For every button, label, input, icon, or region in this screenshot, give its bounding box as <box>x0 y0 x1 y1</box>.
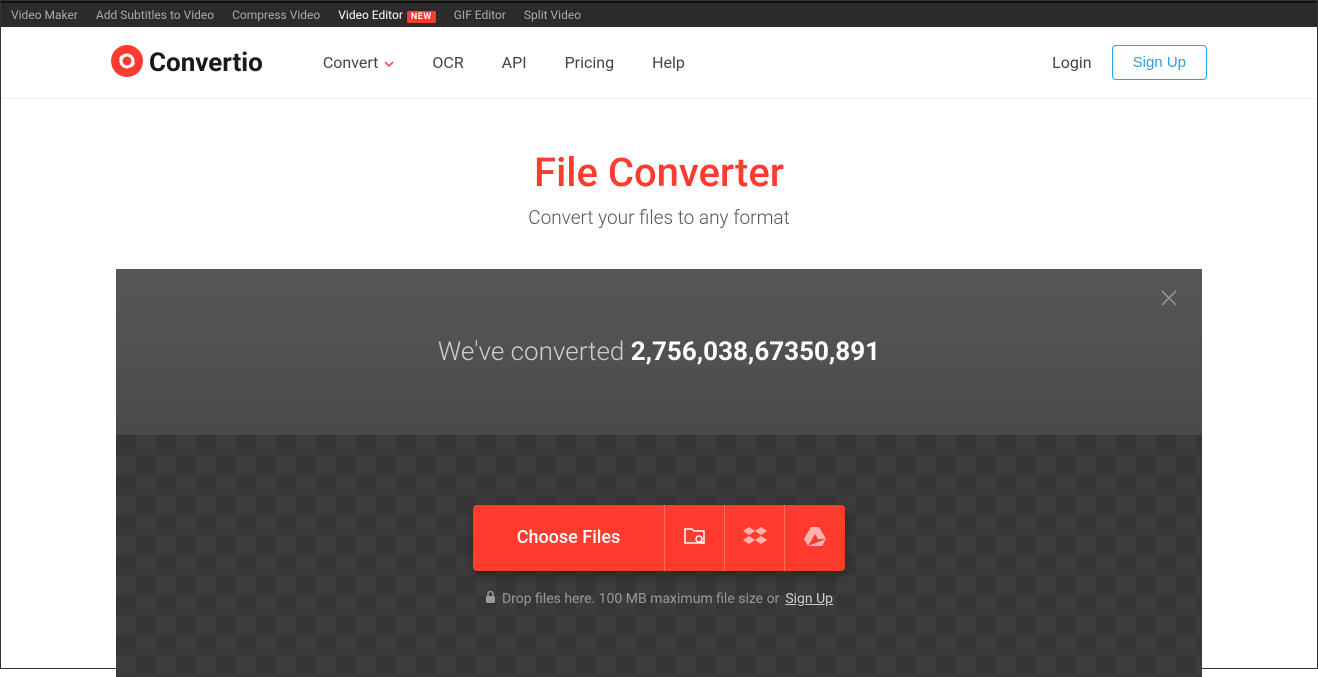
stats-text: We've converted 2,756,038,67350,891 <box>438 337 880 367</box>
signup-button[interactable]: Sign Up <box>1112 45 1207 80</box>
nav-convert-label: Convert <box>323 53 379 72</box>
nav-links: Convert OCR API Pricing Help <box>323 53 685 72</box>
dropbox-button[interactable] <box>725 505 785 571</box>
topbar-item-1[interactable]: Add Subtitles to Video <box>96 8 214 22</box>
choose-files-button[interactable]: Choose Files <box>473 505 666 571</box>
browse-files-button[interactable] <box>665 505 725 571</box>
logo-icon <box>111 45 143 81</box>
topbar: Video Maker Add Subtitles to Video Compres… <box>1 1 1317 27</box>
navbar: Convertio Convert OCR API Pricing Help L… <box>1 27 1317 99</box>
nav-convert[interactable]: Convert <box>323 53 395 72</box>
topbar-item-5[interactable]: Split Video <box>524 8 581 22</box>
chevron-down-icon <box>384 53 394 72</box>
hero: File Converter Convert your files to any… <box>1 99 1317 259</box>
login-link[interactable]: Login <box>1052 53 1091 72</box>
nav-help[interactable]: Help <box>652 53 685 72</box>
logo[interactable]: Convertio <box>111 45 263 81</box>
topbar-item-4[interactable]: GIF Editor <box>454 8 506 22</box>
close-icon[interactable] <box>1160 289 1178 311</box>
page-subtitle: Convert your files to any format <box>1 206 1317 229</box>
stats-count: 2,756,038,67350,891 <box>631 337 880 367</box>
logo-text: Convertio <box>149 48 263 78</box>
topbar-item-2[interactable]: Compress Video <box>232 8 320 22</box>
nav-api[interactable]: API <box>502 53 527 72</box>
drop-hint-text: Drop files here. 100 MB maximum file siz… <box>502 591 779 607</box>
drop-hint-signup-link[interactable]: Sign Up <box>785 591 833 607</box>
google-drive-button[interactable] <box>785 505 845 571</box>
page-title: File Converter <box>1 149 1317 196</box>
topbar-item-0[interactable]: Video Maker <box>11 8 78 22</box>
stats-prefix: We've converted <box>438 337 631 367</box>
new-badge: NEW <box>407 11 436 23</box>
upload-panel: We've converted 2,756,038,67350,891 Choo… <box>116 269 1202 677</box>
drop-hint: Drop files here. 100 MB maximum file siz… <box>485 591 833 608</box>
nav-ocr[interactable]: OCR <box>432 53 463 72</box>
panel-dropzone[interactable]: Choose Files Drop files here. 10 <box>116 435 1202 677</box>
folder-search-icon <box>684 526 706 550</box>
nav-pricing[interactable]: Pricing <box>565 53 615 72</box>
topbar-item-3[interactable]: Video EditorNEW <box>338 8 435 22</box>
choose-row: Choose Files <box>473 505 846 571</box>
google-drive-icon <box>804 526 826 550</box>
dropbox-icon <box>743 526 767 550</box>
lock-icon <box>485 591 496 608</box>
panel-stats: We've converted 2,756,038,67350,891 <box>116 269 1202 435</box>
